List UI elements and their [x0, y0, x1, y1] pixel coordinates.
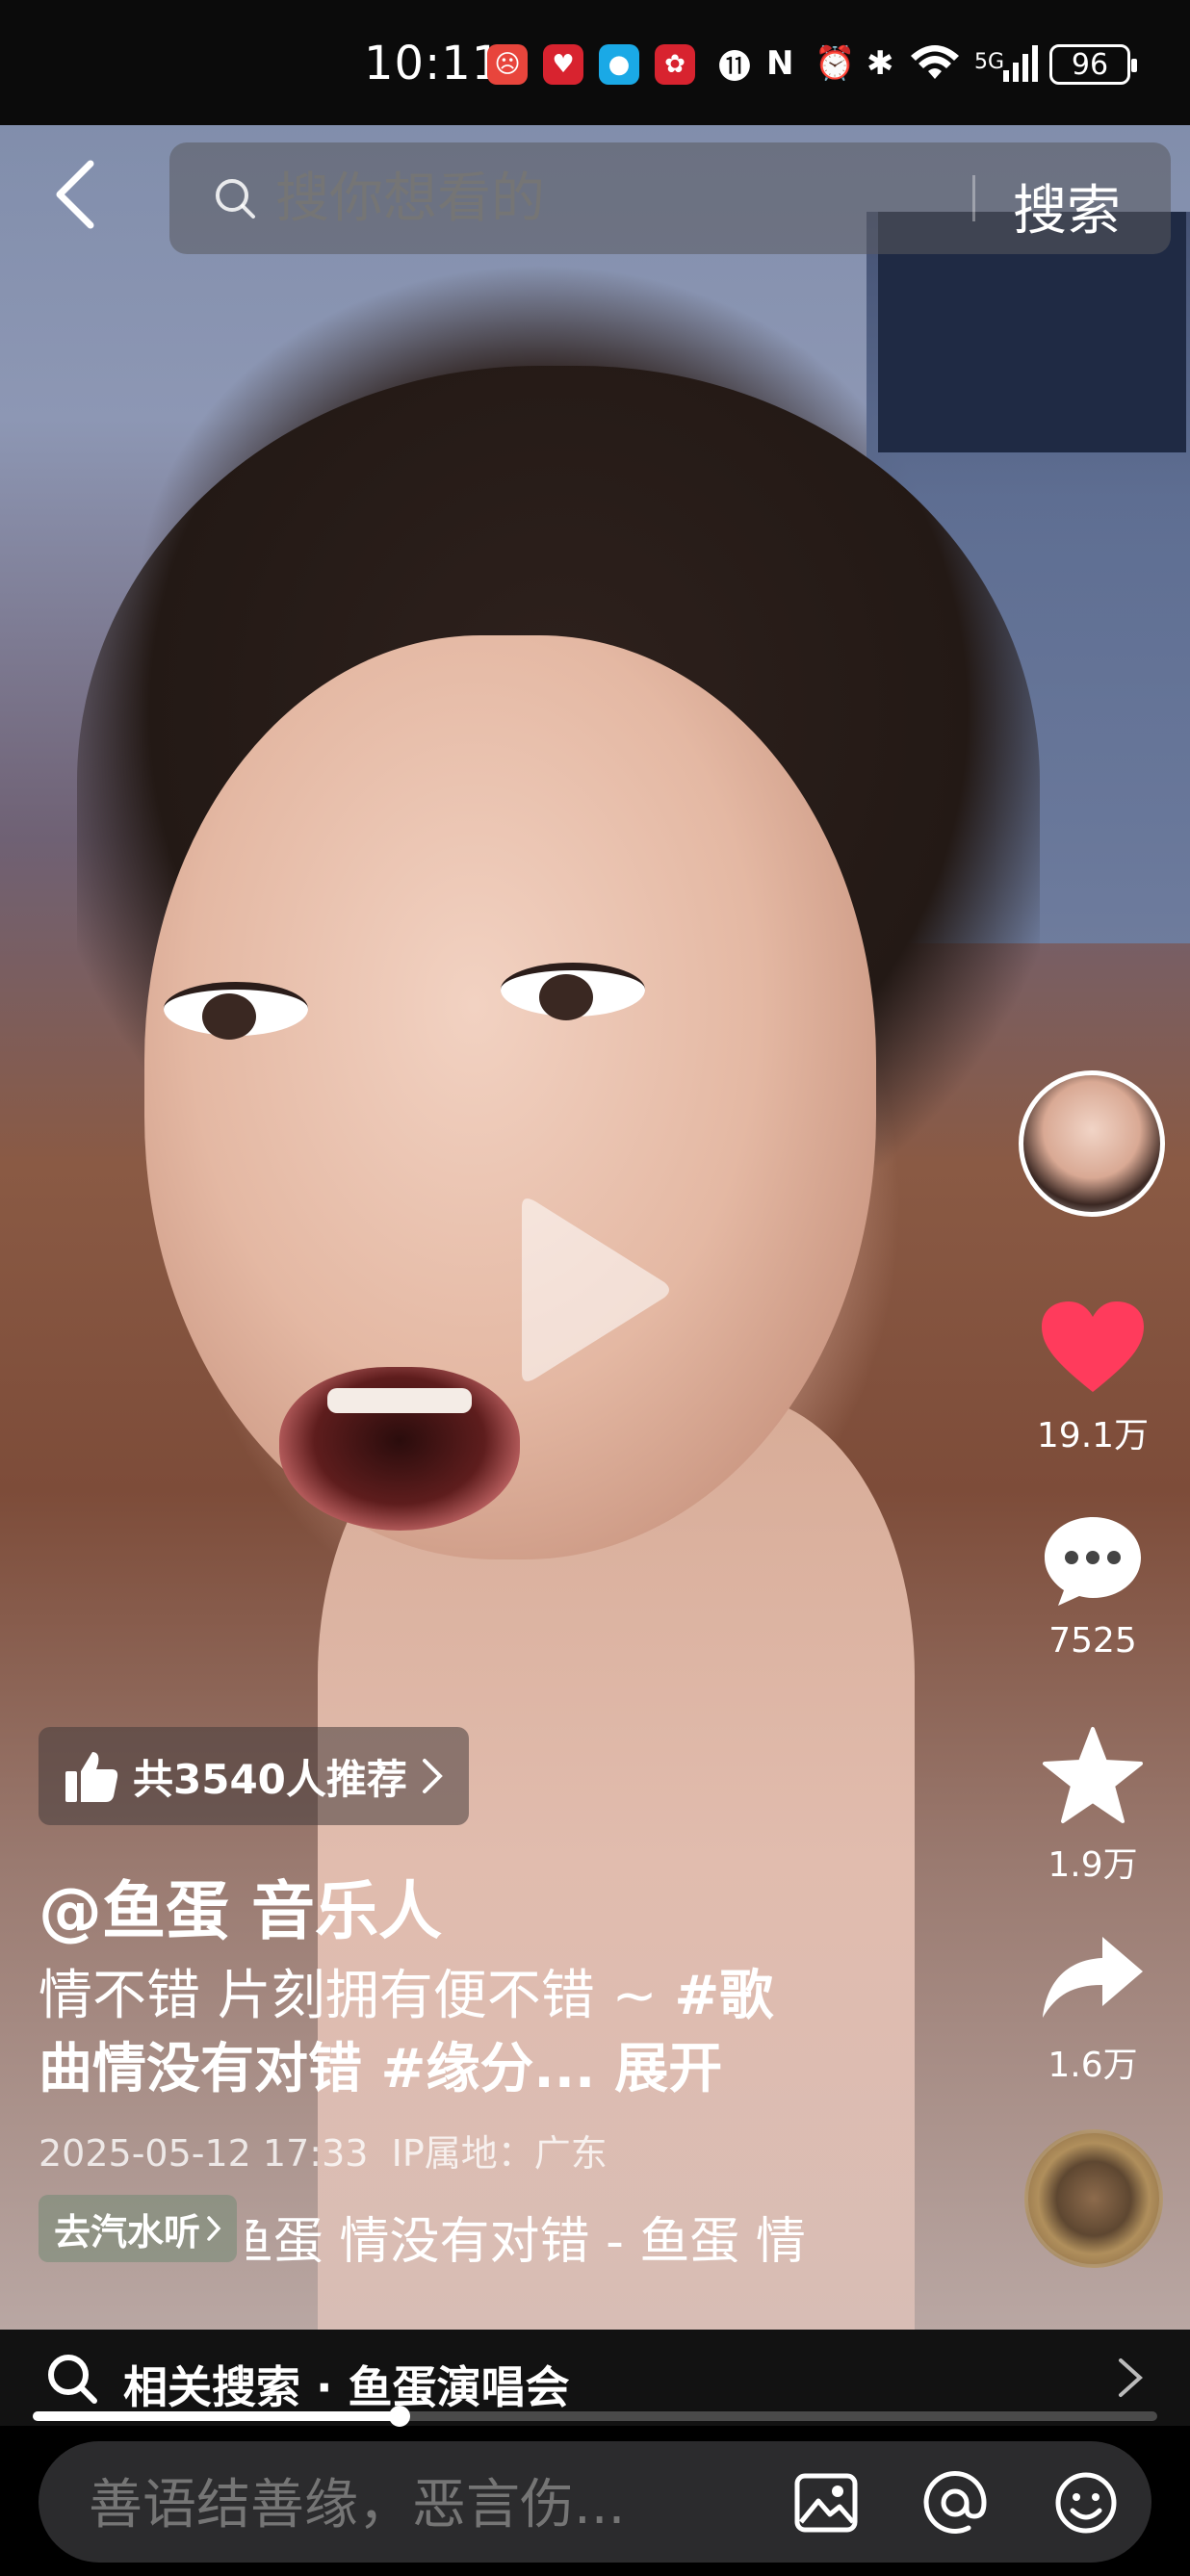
mention-icon[interactable] — [920, 2468, 990, 2537]
star-icon — [1043, 1727, 1143, 1823]
chat-notification-icon: ● — [599, 44, 639, 85]
favorite-button[interactable]: 1.9万 — [1021, 1725, 1165, 1887]
music-chip-label: 去汽水听 — [54, 2210, 201, 2254]
wifi-icon — [909, 40, 961, 87]
music-title: 鱼蛋 情没有对错 - 鱼蛋 情 — [246, 2213, 806, 2262]
comment-input[interactable] — [89, 2474, 763, 2537]
video-progress-bar[interactable] — [33, 2406, 1157, 2427]
back-button[interactable] — [46, 156, 104, 233]
comment-icon — [1045, 1517, 1141, 1606]
search-icon — [48, 2355, 97, 2404]
caption-text: 情不错 片刻拥有便不错 ~ — [39, 1965, 675, 2027]
comment-count: 7525 — [1048, 1621, 1137, 1661]
comment-bar — [0, 2428, 1190, 2576]
data-saver-icon: ⓫ — [718, 47, 751, 87]
chevron-right-icon — [207, 2216, 221, 2241]
comment-pill[interactable] — [39, 2441, 1151, 2563]
recommend-text: 共3540人推荐 — [133, 1755, 407, 1803]
like-button[interactable]: 19.1万 — [1021, 1300, 1165, 1457]
bluetooth-icon: ✱ — [867, 44, 894, 83]
caption-hashtag-line[interactable]: 曲情没有对错 #缘分... — [39, 2038, 595, 2100]
post-meta: 2025-05-12 17:33 IP属地：广东 — [39, 2124, 608, 2177]
emoji-icon[interactable] — [1051, 2468, 1121, 2537]
video-progress-fill — [33, 2411, 400, 2421]
like-count: 19.1万 — [1036, 1416, 1150, 1455]
search-divider — [972, 175, 975, 221]
video-subject-eye-left — [164, 982, 308, 1040]
author-avatar[interactable] — [1019, 1070, 1165, 1217]
app-notification-icon: ✿ — [655, 44, 695, 85]
nfc-icon: N — [766, 44, 794, 83]
alarm-icon: ⏰ — [815, 44, 856, 83]
post-date: 2025-05-12 17:33 — [39, 2132, 369, 2175]
app-notification-icon: ♥ — [543, 44, 583, 85]
search-bar[interactable]: 搜索 — [169, 142, 1171, 254]
search-input[interactable] — [275, 167, 930, 230]
search-button[interactable]: 搜索 — [1013, 167, 1121, 245]
network-type: 5G — [974, 49, 1005, 74]
chevron-right-icon — [422, 1759, 443, 1793]
music-row[interactable]: 去汽水听 鱼蛋 情没有对错 - 鱼蛋 情 — [39, 2195, 863, 2262]
video-subject-mouth — [279, 1367, 520, 1531]
author-name[interactable]: @鱼蛋 音乐人 — [39, 1860, 442, 1952]
expand-button[interactable]: 展开 — [614, 2038, 722, 2100]
app-notification-icon: ☹ — [487, 44, 528, 85]
status-bar: 10:11 ☹ ♥ ● ✿ ⓫ N ⏰ ✱ 5G 96 — [0, 0, 1190, 125]
comment-button[interactable]: 7525 — [1021, 1513, 1165, 1661]
related-search-label: 相关搜索 · 鱼蛋演唱会 — [123, 2361, 570, 2413]
search-icon — [216, 179, 255, 219]
heart-icon — [1042, 1301, 1144, 1392]
video-subject-eye-right — [501, 963, 645, 1020]
thumbs-up-icon — [65, 1752, 118, 1802]
signal-icon — [1003, 40, 1038, 87]
status-time: 10:11 — [364, 37, 503, 90]
play-icon[interactable] — [510, 1194, 674, 1386]
battery-indicator: 96 — [1049, 44, 1137, 85]
open-in-qishui-button[interactable]: 去汽水听 — [39, 2195, 238, 2262]
chevron-left-icon — [56, 160, 94, 229]
caption-hashtag[interactable]: #歌 — [674, 1965, 773, 2027]
ip-location: IP属地：广东 — [391, 2132, 608, 2175]
share-button[interactable]: 1.6万 — [1021, 1933, 1165, 2087]
video-caption[interactable]: 情不错 片刻拥有便不错 ~ #歌 曲情没有对错 #缘分... 展开 — [39, 1960, 905, 2106]
share-icon — [1043, 1937, 1143, 2018]
recommend-badge[interactable]: 共3540人推荐 — [39, 1727, 469, 1825]
favorite-count: 1.9万 — [1048, 1845, 1138, 1885]
chevron-right-icon — [1119, 2358, 1143, 2397]
share-count: 1.6万 — [1048, 2046, 1138, 2085]
video-progress-handle[interactable] — [388, 2406, 410, 2427]
music-title-marquee: 鱼蛋 情没有对错 - 鱼蛋 情 — [246, 2195, 863, 2262]
music-disc[interactable] — [1024, 2129, 1163, 2268]
image-icon[interactable] — [791, 2468, 861, 2537]
